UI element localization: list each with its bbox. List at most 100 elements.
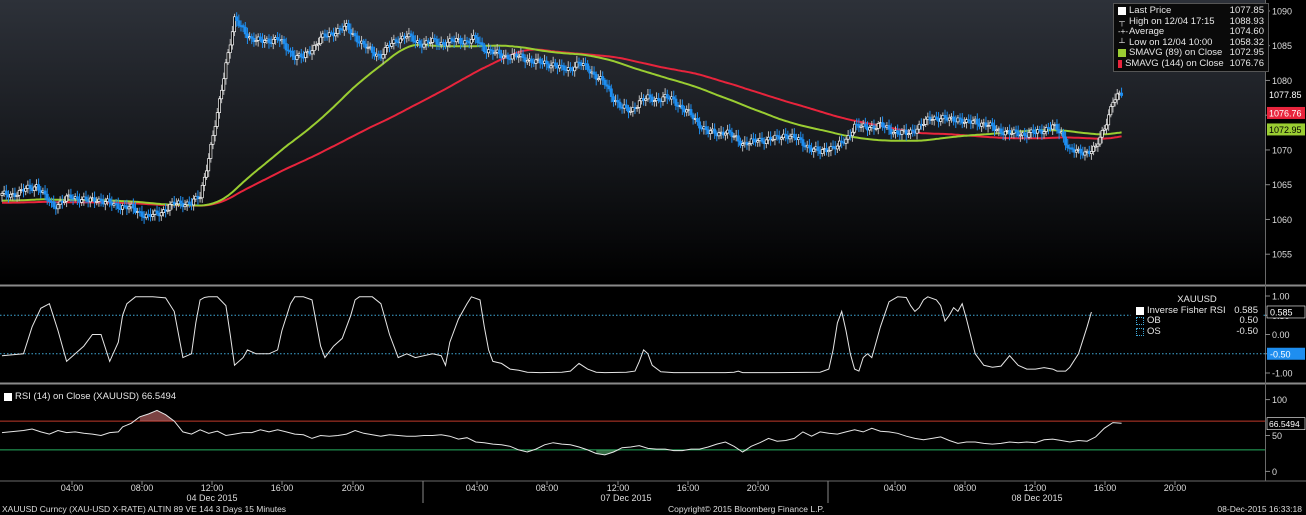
candle-up <box>228 44 232 54</box>
os-tag: -0.50 <box>1270 349 1291 359</box>
candle-down <box>881 122 885 128</box>
candle-up <box>915 128 919 134</box>
candle-down <box>1023 132 1027 136</box>
average-marker-icon: -+- <box>1118 27 1128 36</box>
candle-down <box>237 20 241 26</box>
candle-down <box>807 144 811 149</box>
x-date-label: 04 Dec 2015 <box>186 493 237 503</box>
price-panel <box>0 0 1265 284</box>
inverse-fisher-panel <box>0 288 1265 381</box>
footer-timestamp: 08-Dec-2015 16:33:18 <box>1217 504 1302 514</box>
candle-down <box>1055 124 1059 131</box>
candle-up <box>103 201 107 205</box>
candle-up <box>224 62 228 80</box>
candle-up <box>202 176 206 186</box>
candle-down <box>607 85 611 90</box>
candle-up <box>1100 129 1104 138</box>
candle-up <box>469 38 473 44</box>
price-tick-label: 1085 <box>1272 41 1292 51</box>
candle-up <box>1003 130 1007 136</box>
candle-down <box>586 63 590 70</box>
candle-down <box>347 23 351 30</box>
candle-down <box>618 101 622 108</box>
candle-down <box>863 123 867 128</box>
legend-average-value: 1074.60 <box>1229 26 1264 37</box>
candle-down <box>291 50 295 57</box>
candle-down <box>887 125 891 130</box>
candle-up <box>271 38 275 45</box>
x-tick-label: 12:00 <box>607 483 630 493</box>
candle-down <box>680 104 684 110</box>
candle-down <box>704 126 708 131</box>
candle-down <box>792 133 796 139</box>
legend-ob-label: OB <box>1147 315 1161 326</box>
candle-up <box>80 199 84 203</box>
candle-down <box>1079 148 1083 154</box>
candle-down <box>592 71 596 75</box>
candle-up <box>661 96 665 102</box>
legend-sma89-value: 1072.95 <box>1229 47 1264 58</box>
candle-up <box>220 89 224 100</box>
rsi-legend-value: 66.5494 <box>141 391 177 402</box>
x-tick-label: 20:00 <box>747 483 770 493</box>
candle-down <box>801 139 805 146</box>
candle-up <box>310 50 314 55</box>
x-date-label: 08 Dec 2015 <box>1011 493 1062 503</box>
candle-up <box>1027 132 1031 138</box>
legend-ob-value: 0.50 <box>1239 315 1259 326</box>
candle-down <box>482 44 486 53</box>
legend-sma89: SMAVG (89) on Close 1072.95 <box>1118 47 1264 59</box>
x-tick-label: 04:00 <box>884 483 907 493</box>
candle-down <box>4 190 8 196</box>
ifrsi-tag: 0.585 <box>1270 307 1293 317</box>
sma144-swatch <box>1118 59 1123 68</box>
candle-up <box>218 98 221 113</box>
candle-down <box>418 40 422 45</box>
candle-down <box>975 118 979 125</box>
candle-up <box>708 130 712 135</box>
legend-sma144-label: SMAVG (144) on Close <box>1125 57 1224 69</box>
candle-down <box>736 135 740 142</box>
candle-down <box>674 98 678 106</box>
price-tick-label: 1060 <box>1272 215 1292 225</box>
candle-down <box>299 53 303 58</box>
candle-up <box>24 188 28 192</box>
candle-down <box>267 38 271 43</box>
legend-os-label: OS <box>1147 325 1161 337</box>
candle-down <box>603 79 607 86</box>
candle-down <box>816 146 820 151</box>
candle-up <box>215 112 219 127</box>
candle-up <box>1115 93 1119 101</box>
ob-swatch <box>1136 317 1144 326</box>
sma89-swatch <box>1118 49 1126 58</box>
candle-up <box>971 120 975 124</box>
candle-up <box>222 78 226 91</box>
x-tick-label: 16:00 <box>1094 483 1117 493</box>
candle-up <box>850 131 854 137</box>
rsi-swatch <box>4 392 12 401</box>
candle-down <box>545 60 549 65</box>
candle-down <box>235 16 239 22</box>
candle-up <box>1098 136 1102 145</box>
candle-down <box>1031 129 1035 134</box>
candle-up <box>213 126 217 136</box>
candle-down <box>553 62 557 67</box>
candle-up <box>788 135 792 140</box>
candle-down <box>353 33 357 37</box>
candle-up <box>1113 99 1117 103</box>
inverse-fisher-legend: XAUUSD Inverse Fisher RSI 0.585 OB 0.50 … <box>1131 292 1263 340</box>
rsi-tick-label: 100 <box>1272 395 1287 405</box>
x-tick-label: 04:00 <box>466 483 489 493</box>
legend-last-price-value: 1077.85 <box>1229 5 1264 16</box>
candle-down <box>108 198 112 203</box>
candle-up <box>192 198 196 206</box>
candle-up <box>32 186 36 191</box>
candle-up <box>764 139 768 145</box>
candle-down <box>538 58 542 64</box>
candle-up <box>876 123 880 129</box>
price-legend: Last Price 1077.85 ┬ High on 12/04 17:15… <box>1113 3 1269 72</box>
candle-up <box>56 204 60 210</box>
candle-down <box>284 43 288 51</box>
candle-down <box>131 203 135 209</box>
price-tags: 1077.85 1076.76 1072.95 <box>1267 88 1305 136</box>
